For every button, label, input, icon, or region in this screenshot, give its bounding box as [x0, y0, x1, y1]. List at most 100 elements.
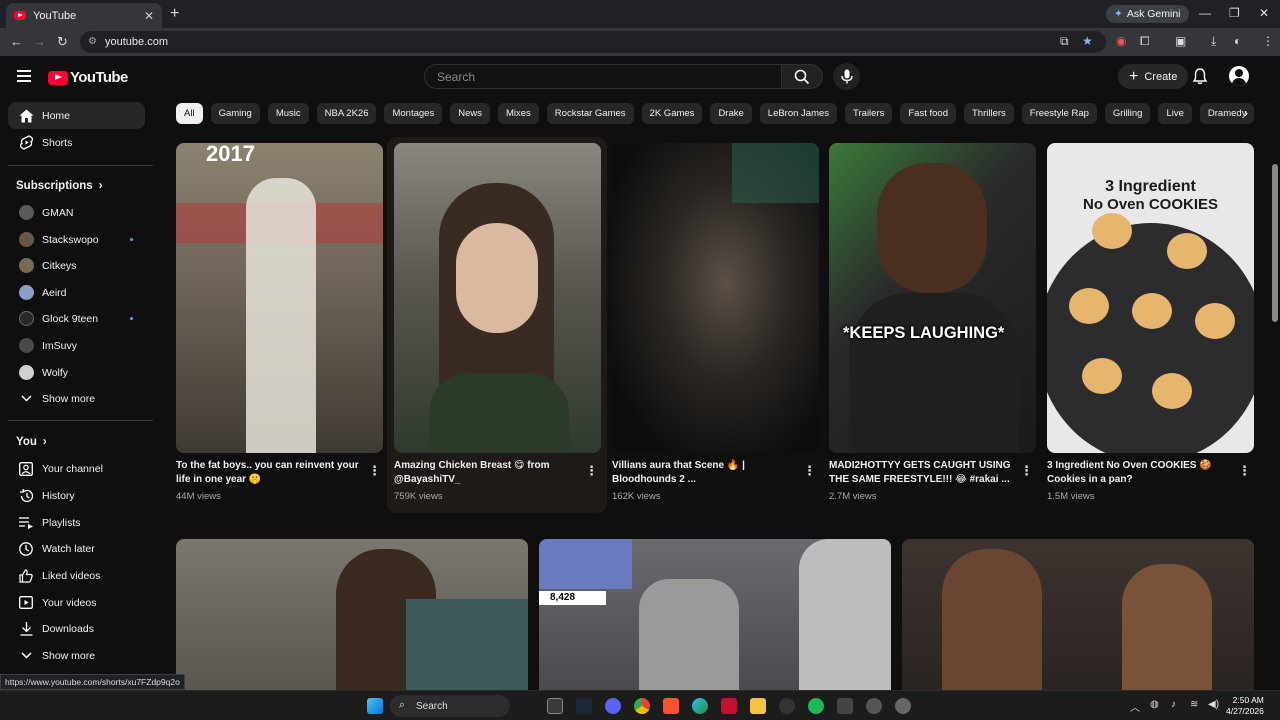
search-input[interactable]: Search [424, 64, 782, 89]
chip-lebron-james[interactable]: LeBron James [759, 103, 838, 124]
steam-icon[interactable] [576, 698, 592, 714]
discord-icon[interactable] [605, 698, 621, 714]
short-title[interactable]: Amazing Chicken Breast 😋 from @BayashiTV… [394, 459, 584, 487]
sidebar-item-playlists[interactable]: Playlists [8, 509, 145, 536]
ask-gemini-button[interactable]: ✦ Ask Gemini [1106, 5, 1189, 23]
app-misc-icon[interactable] [895, 698, 911, 714]
video-thumbnail[interactable] [176, 539, 528, 690]
tray-microphone-icon[interactable]: ♪ [1171, 699, 1176, 710]
chip-music[interactable]: Music [267, 103, 309, 124]
chip-drake[interactable]: Drake [710, 103, 752, 124]
chrome-icon[interactable] [634, 698, 650, 714]
chip-freestyle-rap[interactable]: Freestyle Rap [1021, 103, 1097, 124]
youtube-logo[interactable]: YouTube [48, 69, 128, 86]
browser-menu-icon[interactable]: ⋮ [1262, 34, 1274, 48]
edge-icon[interactable] [692, 698, 708, 714]
short-title[interactable]: 3 Ingredient No Oven COOKIES 🍪 Cookies i… [1047, 459, 1237, 487]
chip-2k-games[interactable]: 2K Games [641, 103, 703, 124]
create-button[interactable]: + Create [1118, 64, 1189, 89]
brave-icon[interactable] [663, 698, 679, 714]
sidebar-sub-citkeys[interactable]: Citkeys [8, 252, 145, 279]
browser-tab-youtube[interactable]: YouTube ✕ [6, 3, 162, 28]
short-title[interactable]: MADI2HOTTYY GETS CAUGHT USING THE SAME F… [829, 459, 1019, 487]
sidebar-sub-glock9teen[interactable]: Glock 9teen [8, 305, 145, 332]
hamburger-menu-icon[interactable] [17, 70, 31, 82]
task-view-icon[interactable] [547, 698, 563, 714]
window-close-button[interactable]: ✕ [1259, 6, 1269, 20]
chip-all[interactable]: All [176, 103, 203, 124]
tray-network-icon[interactable]: ◍ [1150, 699, 1159, 710]
sidebar-sub-imsuvy[interactable]: ImSuvy [8, 332, 145, 359]
spotify-icon[interactable] [808, 698, 824, 714]
app-keyboard-icon[interactable] [837, 698, 853, 714]
sidebar-item-downloads[interactable]: Downloads [8, 615, 145, 642]
sidebar-show-more-subscriptions[interactable]: Show more [8, 385, 145, 412]
short-thumbnail[interactable]: *KEEPS LAUGHING* [829, 143, 1036, 453]
page-scrollbar[interactable] [1270, 56, 1280, 690]
video-thumbnail[interactable] [902, 539, 1254, 690]
chip-thrillers[interactable]: Thrillers [963, 103, 1014, 124]
more-actions-icon[interactable]: ⋮ [368, 463, 381, 479]
tray-volume-icon[interactable]: ◀) [1208, 699, 1219, 710]
scrollbar-thumb[interactable] [1272, 164, 1278, 322]
address-bar[interactable]: ⚙ youtube.com [80, 31, 1106, 53]
profile-avatar-icon[interactable]: ◐ [1234, 34, 1241, 48]
sidebar-item-your-videos[interactable]: Your videos [8, 589, 145, 616]
site-info-icon[interactable]: ⚙ [88, 36, 97, 47]
more-actions-icon[interactable]: ⋮ [585, 463, 598, 479]
chip-news[interactable]: News [450, 103, 490, 124]
chip-mixes[interactable]: Mixes [497, 103, 539, 124]
short-thumbnail[interactable]: 3 Ingredient No Oven COOKIES [1047, 143, 1254, 453]
back-arrow-icon[interactable]: ← [10, 34, 23, 49]
sidepanel-icon[interactable]: ▣ [1175, 34, 1186, 48]
tray-wifi-icon[interactable]: ≋ [1190, 699, 1198, 710]
sidebar-sub-gman[interactable]: GMAN [8, 199, 145, 226]
short-thumbnail[interactable] [394, 143, 601, 453]
app-a-icon[interactable] [721, 698, 737, 714]
you-heading[interactable]: You › [16, 436, 47, 448]
sidebar-item-shorts[interactable]: Shorts [8, 129, 145, 156]
chip-grilling[interactable]: Grilling [1104, 103, 1151, 124]
chip-trailers[interactable]: Trailers [845, 103, 893, 124]
maximize-button[interactable]: ❐ [1229, 6, 1240, 20]
tray-chevron-up-icon[interactable]: ︿ [1130, 699, 1140, 714]
taskbar-search-box[interactable]: ⌕ Search [390, 695, 510, 717]
sidebar-sub-wolfy[interactable]: Wolfy [8, 359, 145, 386]
sidebar-item-your-channel[interactable]: Your channel [8, 455, 145, 482]
reload-icon[interactable]: ↻ [57, 34, 68, 50]
new-tab-button[interactable]: + [170, 5, 179, 23]
sidebar-item-liked-videos[interactable]: Liked videos [8, 562, 145, 589]
sidebar-item-home[interactable]: Home [8, 102, 145, 129]
short-thumbnail[interactable] [612, 143, 819, 453]
taskbar-clock[interactable]: 2:50 AM 4/27/2026 [1226, 695, 1264, 717]
settings-gear-icon[interactable] [866, 698, 882, 714]
voice-search-button[interactable] [833, 63, 860, 90]
chip-gaming[interactable]: Gaming [210, 103, 260, 124]
subscriptions-heading[interactable]: Subscriptions › [16, 180, 103, 192]
bookmark-star-icon[interactable]: ★ [1082, 34, 1093, 48]
tab-close-icon[interactable]: ✕ [144, 9, 154, 23]
chip-rockstar-games[interactable]: Rockstar Games [546, 103, 634, 124]
windows-start-icon[interactable] [367, 698, 383, 714]
account-avatar[interactable] [1229, 66, 1249, 86]
file-explorer-icon[interactable] [750, 698, 766, 714]
sidebar-item-watch-later[interactable]: Watch later [8, 535, 145, 562]
short-title[interactable]: To the fat boys.. you can reinvent your … [176, 459, 366, 487]
short-title[interactable]: Villians aura that Scene 🔥 | Bloodhounds… [612, 459, 802, 487]
video-thumbnail[interactable]: 8,428 [539, 539, 891, 690]
notifications-bell-icon[interactable] [1192, 68, 1208, 90]
extension-badge-icon[interactable]: ◉ [1116, 34, 1126, 48]
search-button[interactable] [781, 64, 823, 89]
sidebar-item-history[interactable]: History [8, 482, 145, 509]
more-actions-icon[interactable]: ⋮ [1238, 463, 1251, 479]
download-tray-icon[interactable]: ⤓ [1211, 34, 1216, 49]
more-actions-icon[interactable]: ⋮ [1020, 463, 1033, 479]
chip-fast-food[interactable]: Fast food [900, 103, 956, 124]
sidebar-sub-stackswopo[interactable]: Stackswopo [8, 226, 145, 253]
forward-arrow-icon[interactable]: → [33, 34, 46, 49]
chip-montages[interactable]: Montages [384, 103, 443, 124]
extensions-puzzle-icon[interactable]: ⧠ [1140, 34, 1150, 49]
chip-live[interactable]: Live [1158, 103, 1192, 124]
short-thumbnail[interactable]: 2017 [176, 143, 383, 453]
chip-next-arrow-icon[interactable]: › [1244, 106, 1248, 120]
